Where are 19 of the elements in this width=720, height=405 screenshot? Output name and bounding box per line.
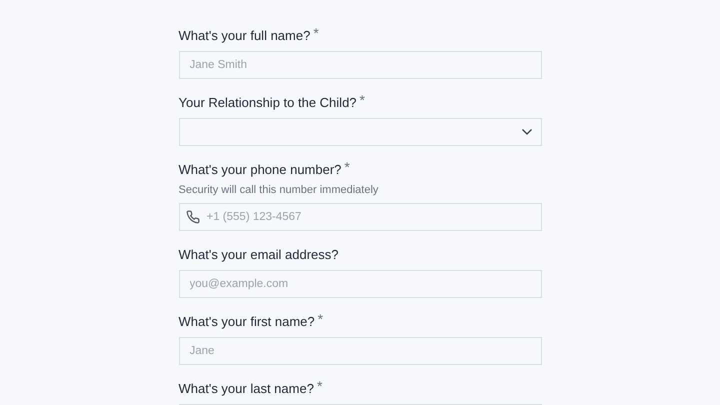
- field-label: What's your last name?: [178, 380, 314, 398]
- required-mark: *: [344, 161, 350, 173]
- field-label: What's your email address?: [178, 246, 338, 264]
- relationship-dropdown[interactable]: [178, 118, 542, 146]
- required-mark: *: [316, 380, 322, 392]
- phone-icon: [186, 210, 200, 224]
- required-mark: *: [318, 313, 324, 325]
- field-label: What's your phone number?: [178, 161, 342, 179]
- input-field[interactable]: you@example.com: [178, 270, 542, 298]
- chevron-down-icon: [520, 128, 532, 136]
- required-mark: *: [360, 94, 365, 106]
- field-label: What's your full name?: [178, 27, 310, 45]
- field-label: Your Relationship to the Child?: [178, 94, 357, 112]
- input-field[interactable]: Jane: [178, 337, 542, 365]
- field-label: What's your first name?: [178, 313, 315, 331]
- input-field[interactable]: Jane Smith: [178, 51, 542, 79]
- field-hint: Security will call this number immediately: [178, 184, 380, 196]
- required-mark: *: [313, 27, 319, 39]
- phone-field[interactable]: +1 (555) 123-4567: [178, 203, 542, 231]
